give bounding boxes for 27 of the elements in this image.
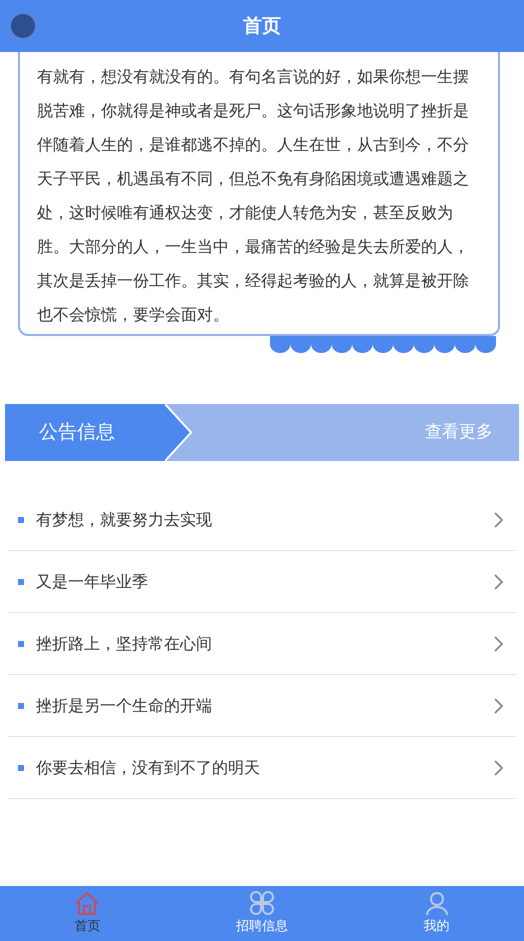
chevron-right-icon	[494, 574, 504, 590]
notice-item[interactable]: 挫折路上，坚持常在心间	[8, 613, 516, 675]
chevron-right-icon	[494, 636, 504, 652]
notice-title: 又是一年毕业季	[36, 570, 149, 592]
article-text: 有就有，想没有就没有的。有句名言说的好，如果你想一生摆脱苦难，你就得是神或者是死尸。这句话形象地说明了挫折是伴随着人生的，是谁都逃不掉的。人生在世，从古到今，不分天子平民，机遇虽有不同，但总不免有身陷困境或遭遇难题之处，这时候唯有通权达变，才能使人转危为安，甚至反败为胜。大部分的人，一生当中，最痛苦的经验是失去所爱的人，其次是丢掉一份工作。其实，经得起考验的人，就算是被开除也不会惊慌，要学会面对。	[37, 66, 470, 326]
bullet-icon	[18, 702, 24, 708]
notice-title: 挫折是另一个生命的开端	[36, 694, 213, 716]
page-title: 首页	[243, 14, 281, 39]
user-icon	[424, 890, 450, 916]
home-icon	[74, 890, 100, 916]
notice-title: 你要去相信，没有到不了的明天	[36, 756, 261, 778]
notice-item[interactable]: 有梦想，就要努力去实现	[8, 489, 516, 551]
notice-item[interactable]: 挫折是另一个生命的开端	[8, 675, 516, 737]
avatar[interactable]	[9, 12, 37, 40]
bullet-icon	[18, 640, 24, 646]
bullet-icon	[18, 578, 24, 584]
notice-item[interactable]: 你要去相信，没有到不了的明天	[8, 737, 516, 799]
tab-item[interactable]: 首页	[0, 886, 175, 941]
chevron-right-icon	[494, 698, 504, 714]
chevron-right-icon	[494, 760, 504, 776]
bullet-icon	[18, 516, 24, 522]
clover-icon	[249, 890, 275, 916]
notice-title: 挫折路上，坚持常在心间	[36, 632, 213, 654]
chevron-right-icon	[494, 512, 504, 528]
notice-title: 有梦想，就要努力去实现	[36, 508, 213, 530]
notice-item[interactable]: 又是一年毕业季	[8, 551, 516, 613]
bullet-icon	[18, 764, 24, 770]
